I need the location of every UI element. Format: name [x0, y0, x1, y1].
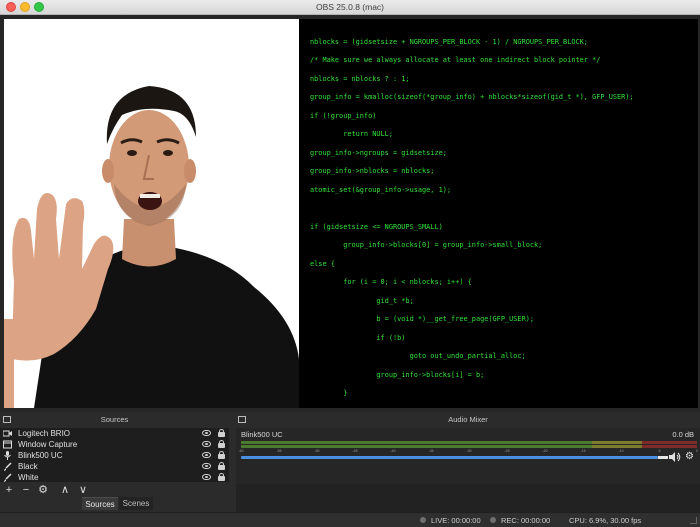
scale-tick-label: -55	[276, 449, 282, 453]
cpu-fps: CPU: 6.9%, 30.00 fps	[569, 516, 642, 525]
speaker-icon[interactable]	[669, 452, 681, 462]
source-item[interactable]: Window Capture	[0, 439, 229, 450]
meter-zone-green	[241, 445, 593, 448]
code-window-capture: nblocks = (gidsetsize + NGROUPS_PER_BLOC…	[299, 19, 698, 408]
dock-area: Sources Logitech BRIO Window Capture Bli…	[0, 412, 700, 512]
webcam-feed	[4, 19, 299, 408]
visibility-eye-icon[interactable]	[202, 452, 211, 458]
code-line: else {	[310, 260, 335, 268]
meter-scale: -60 -55 -50 -45 -40 -35 -30 -25 -20 -15 -10 -5 0	[238, 449, 698, 455]
visibility-eye-icon[interactable]	[202, 441, 211, 447]
window-title: OBS 25.0.8 (mac)	[315, 2, 385, 12]
source-item[interactable]: Logitech BRIO	[0, 428, 229, 439]
source-item[interactable]: Blink500 UC	[0, 450, 229, 461]
volume-slider-handle[interactable]	[658, 456, 668, 459]
window-icon	[3, 440, 12, 449]
live-indicator-icon	[420, 517, 426, 523]
meter-zone-yellow	[592, 445, 643, 448]
brush-icon	[4, 473, 12, 482]
visibility-eye-icon[interactable]	[202, 463, 211, 469]
scale-tick-label: -40	[390, 449, 396, 453]
scale-tick-label: -45	[352, 449, 358, 453]
code-line: group_info->ngroups = gidsetsize;	[310, 149, 447, 157]
scale-tick-label: -30	[466, 449, 472, 453]
code-line: group_info->blocks[i] = b;	[310, 371, 485, 379]
source-item[interactable]: Black	[0, 461, 229, 472]
remove-source-button[interactable]: −	[20, 484, 32, 496]
title-bar: OBS 25.0.8 (mac)	[0, 0, 700, 15]
visibility-eye-icon[interactable]	[202, 430, 211, 436]
lock-icon[interactable]	[218, 451, 225, 459]
meter-zone-yellow	[592, 441, 643, 444]
camera-icon	[3, 430, 12, 437]
source-label: Blink500 UC	[18, 451, 63, 460]
meter-zone-green	[241, 441, 593, 444]
microphone-icon	[4, 451, 11, 460]
scale-tick-label: -15	[580, 449, 586, 453]
volume-meter	[241, 445, 697, 448]
status-bar: LIVE: 00:00:00 REC: 00:00:00 CPU: 6.9%, …	[0, 512, 700, 527]
source-label: Window Capture	[18, 440, 78, 449]
rec-time: REC: 00:00:00	[501, 516, 551, 525]
tab-scenes[interactable]: Scenes	[119, 497, 153, 510]
scale-tick-label: -25	[504, 449, 510, 453]
code-line: group_info->blocks[0] = group_info->smal…	[310, 241, 543, 249]
sources-dock-title: Sources	[100, 415, 129, 424]
code-line: gid_t *b;	[310, 297, 414, 305]
scale-tick-label: -50	[314, 449, 320, 453]
scale-tick-label: -10	[618, 449, 624, 453]
code-line: /* Make sure we always allocate at least…	[310, 56, 601, 64]
code-line: for (i = 0; i < nblocks; i++) {	[310, 278, 472, 286]
code-line: if (gidsetsize <= NGROUPS_SMALL)	[310, 223, 443, 231]
source-label: Black	[18, 462, 38, 471]
code-line: group_info->nblocks = nblocks;	[310, 167, 435, 175]
volume-slider[interactable]	[241, 456, 658, 459]
code-line: nblocks = nblocks ? : 1;	[310, 75, 410, 83]
meter-zone-red	[642, 441, 697, 444]
lock-icon[interactable]	[218, 473, 225, 481]
mixer-channel: Blink500 UC 0.0 dB -60 -55 -50 -45 -40 -35 -30…	[236, 428, 700, 484]
code-line: atomic_set(&group_info->usage, 1);	[310, 186, 452, 194]
mixer-gear-icon[interactable]: ⚙	[685, 451, 697, 463]
add-source-button[interactable]: +	[3, 484, 15, 496]
resize-grip[interactable]	[690, 517, 697, 524]
visibility-eye-icon[interactable]	[202, 474, 211, 480]
source-properties-gear-icon[interactable]: ⚙	[37, 484, 49, 496]
audio-mixer: Blink500 UC 0.0 dB -60 -55 -50 -45 -40 -35 -30…	[236, 428, 700, 512]
code-line: return NULL;	[310, 130, 393, 138]
scale-tick-label: -5	[657, 449, 661, 453]
meter-zone-red	[642, 445, 697, 448]
lock-icon[interactable]	[218, 440, 225, 448]
code-line: if (!group_info)	[310, 112, 377, 120]
tab-sources[interactable]: Sources	[82, 497, 118, 510]
source-label: Logitech BRIO	[18, 429, 71, 438]
scene-preview[interactable]: nblocks = (gidsetsize + NGROUPS_PER_BLOC…	[0, 15, 700, 412]
source-label: White	[18, 473, 39, 482]
scale-tick-label: -20	[542, 449, 548, 453]
volume-meter	[241, 441, 697, 444]
sources-toolbar: + − ⚙ ∧ ∨	[0, 482, 229, 498]
code-line: if (!b)	[310, 334, 406, 342]
scale-tick-label: -35	[428, 449, 434, 453]
move-down-button[interactable]: ∨	[77, 484, 89, 496]
move-up-button[interactable]: ∧	[59, 484, 71, 496]
presenter-image	[4, 19, 299, 408]
scale-tick-label: -60	[238, 449, 244, 453]
channel-db-value: 0.0 dB	[672, 430, 694, 439]
live-time: LIVE: 00:00:00	[431, 516, 481, 525]
sources-list[interactable]: Logitech BRIO Window Capture Blink500 UC…	[0, 428, 229, 482]
lock-icon[interactable]	[218, 462, 225, 470]
lock-icon[interactable]	[218, 429, 225, 437]
code-line: goto out_undo_partial_alloc;	[310, 352, 526, 360]
channel-name: Blink500 UC	[241, 430, 283, 439]
brush-icon	[4, 462, 12, 471]
code-line: b = (void *)__get_free_page(GFP_USER);	[310, 315, 535, 323]
code-line: }	[310, 389, 348, 397]
audio-mixer-title: Audio Mixer	[448, 415, 488, 424]
rec-indicator-icon	[490, 517, 496, 523]
code-line: group_info = kmalloc(sizeof(*group_info)…	[310, 93, 634, 101]
code-line: nblocks = (gidsetsize + NGROUPS_PER_BLOC…	[310, 38, 588, 46]
